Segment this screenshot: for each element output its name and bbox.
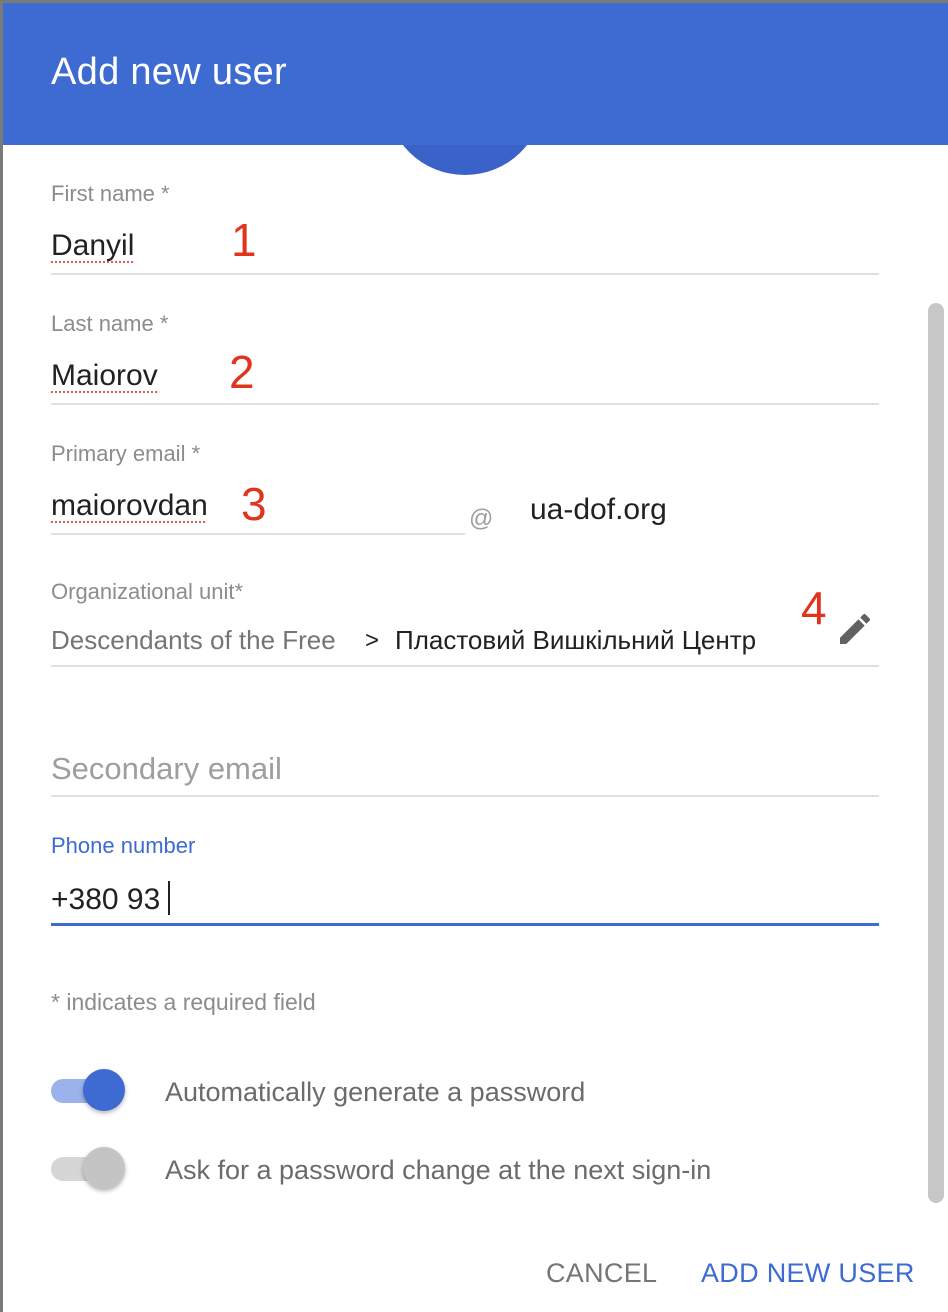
pencil-icon[interactable] bbox=[835, 609, 875, 649]
org-unit-underline bbox=[51, 665, 879, 667]
auto-password-label: Automatically generate a password bbox=[165, 1077, 586, 1107]
org-unit-label: Organizational unit* bbox=[51, 579, 244, 604]
password-change-toggle[interactable] bbox=[51, 1147, 127, 1191]
first-name-underline bbox=[51, 273, 879, 275]
cancel-button[interactable]: CANCEL bbox=[546, 1258, 657, 1289]
toggle-thumb bbox=[83, 1147, 125, 1189]
phone-value: +380 93 bbox=[51, 883, 161, 916]
primary-email-underline bbox=[51, 533, 465, 535]
phone-input[interactable]: +380 93 bbox=[51, 881, 171, 917]
dialog-header: Add new user bbox=[3, 3, 948, 145]
last-name-input[interactable]: Maiorov bbox=[51, 359, 158, 393]
first-name-input[interactable]: Danyil bbox=[51, 229, 134, 263]
secondary-email-underline bbox=[51, 795, 879, 797]
phone-focus-underline bbox=[51, 923, 879, 926]
required-field-note: * indicates a required field bbox=[51, 989, 316, 1015]
email-domain[interactable]: ua-dof.org bbox=[530, 493, 667, 527]
add-user-dialog: Add new user First name * Danyil 1 Last … bbox=[3, 3, 948, 1312]
form-content: First name * Danyil 1 Last name * Maioro… bbox=[3, 3, 948, 1312]
org-unit-child: Пластовий Вишкільний Центр bbox=[395, 625, 757, 655]
phone-label: Phone number bbox=[51, 833, 196, 858]
org-unit-parent: Descendants of the Free bbox=[51, 625, 336, 655]
annotation-4: 4 bbox=[801, 582, 827, 634]
pencil-icon-svg bbox=[840, 613, 871, 644]
primary-email-label: Primary email * bbox=[51, 441, 201, 466]
annotation-2: 2 bbox=[229, 346, 255, 398]
add-new-user-button[interactable]: ADD NEW USER bbox=[701, 1258, 915, 1289]
password-change-label: Ask for a password change at the next si… bbox=[165, 1155, 712, 1185]
primary-email-input[interactable]: maiorovdan bbox=[51, 489, 208, 523]
annotation-1: 1 bbox=[231, 214, 257, 266]
toggle-thumb bbox=[83, 1069, 125, 1111]
auto-password-toggle[interactable] bbox=[51, 1069, 127, 1113]
secondary-email-input[interactable]: Secondary email bbox=[51, 751, 282, 787]
last-name-underline bbox=[51, 403, 879, 405]
text-caret bbox=[168, 881, 171, 915]
dialog-title: Add new user bbox=[51, 51, 287, 93]
annotation-3: 3 bbox=[241, 478, 267, 530]
at-sign: @ bbox=[469, 505, 494, 532]
first-name-label: First name * bbox=[51, 181, 170, 206]
org-unit-separator: > bbox=[365, 627, 380, 654]
last-name-label: Last name * bbox=[51, 311, 169, 336]
